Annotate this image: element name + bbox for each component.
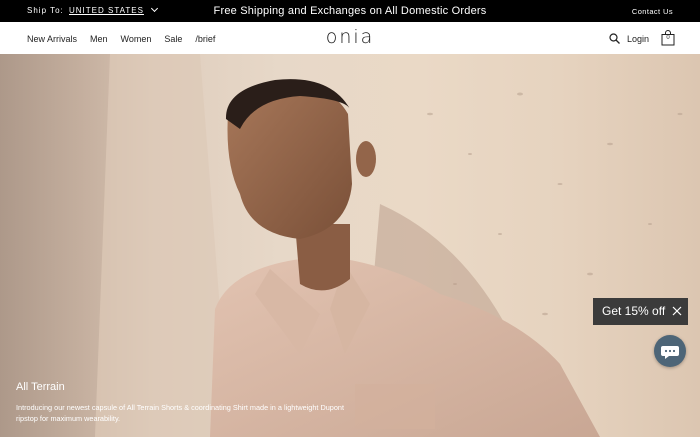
cart-count: 0 [666, 35, 670, 41]
hero-description: Introducing our newest capsule of All Te… [16, 403, 345, 423]
announcement-bar: Ship To: UNITED STATES Free Shipping and… [0, 0, 700, 22]
search-icon[interactable] [609, 33, 620, 44]
chat-icon [661, 346, 679, 359]
login-link[interactable]: Login [627, 34, 649, 44]
hero-title[interactable]: All Terrain [16, 381, 65, 393]
hero-image [0, 54, 683, 437]
close-icon[interactable] [672, 306, 682, 316]
discount-label[interactable]: Get 15% off [602, 304, 665, 318]
discount-popup[interactable]: Get 15% off [593, 298, 688, 325]
contact-us-link[interactable]: Contact Us [632, 7, 673, 16]
chat-button[interactable] [654, 335, 686, 367]
main-nav: New Arrivals Men Women Sale /brief onia … [0, 22, 700, 54]
shopping-bag-button[interactable]: 0 [660, 30, 676, 46]
brand-logo[interactable]: onia [0, 26, 700, 48]
promo-message: Free Shipping and Exchanges on All Domes… [213, 5, 487, 17]
hero-banner[interactable]: All Terrain Introducing our newest capsu… [0, 54, 700, 437]
